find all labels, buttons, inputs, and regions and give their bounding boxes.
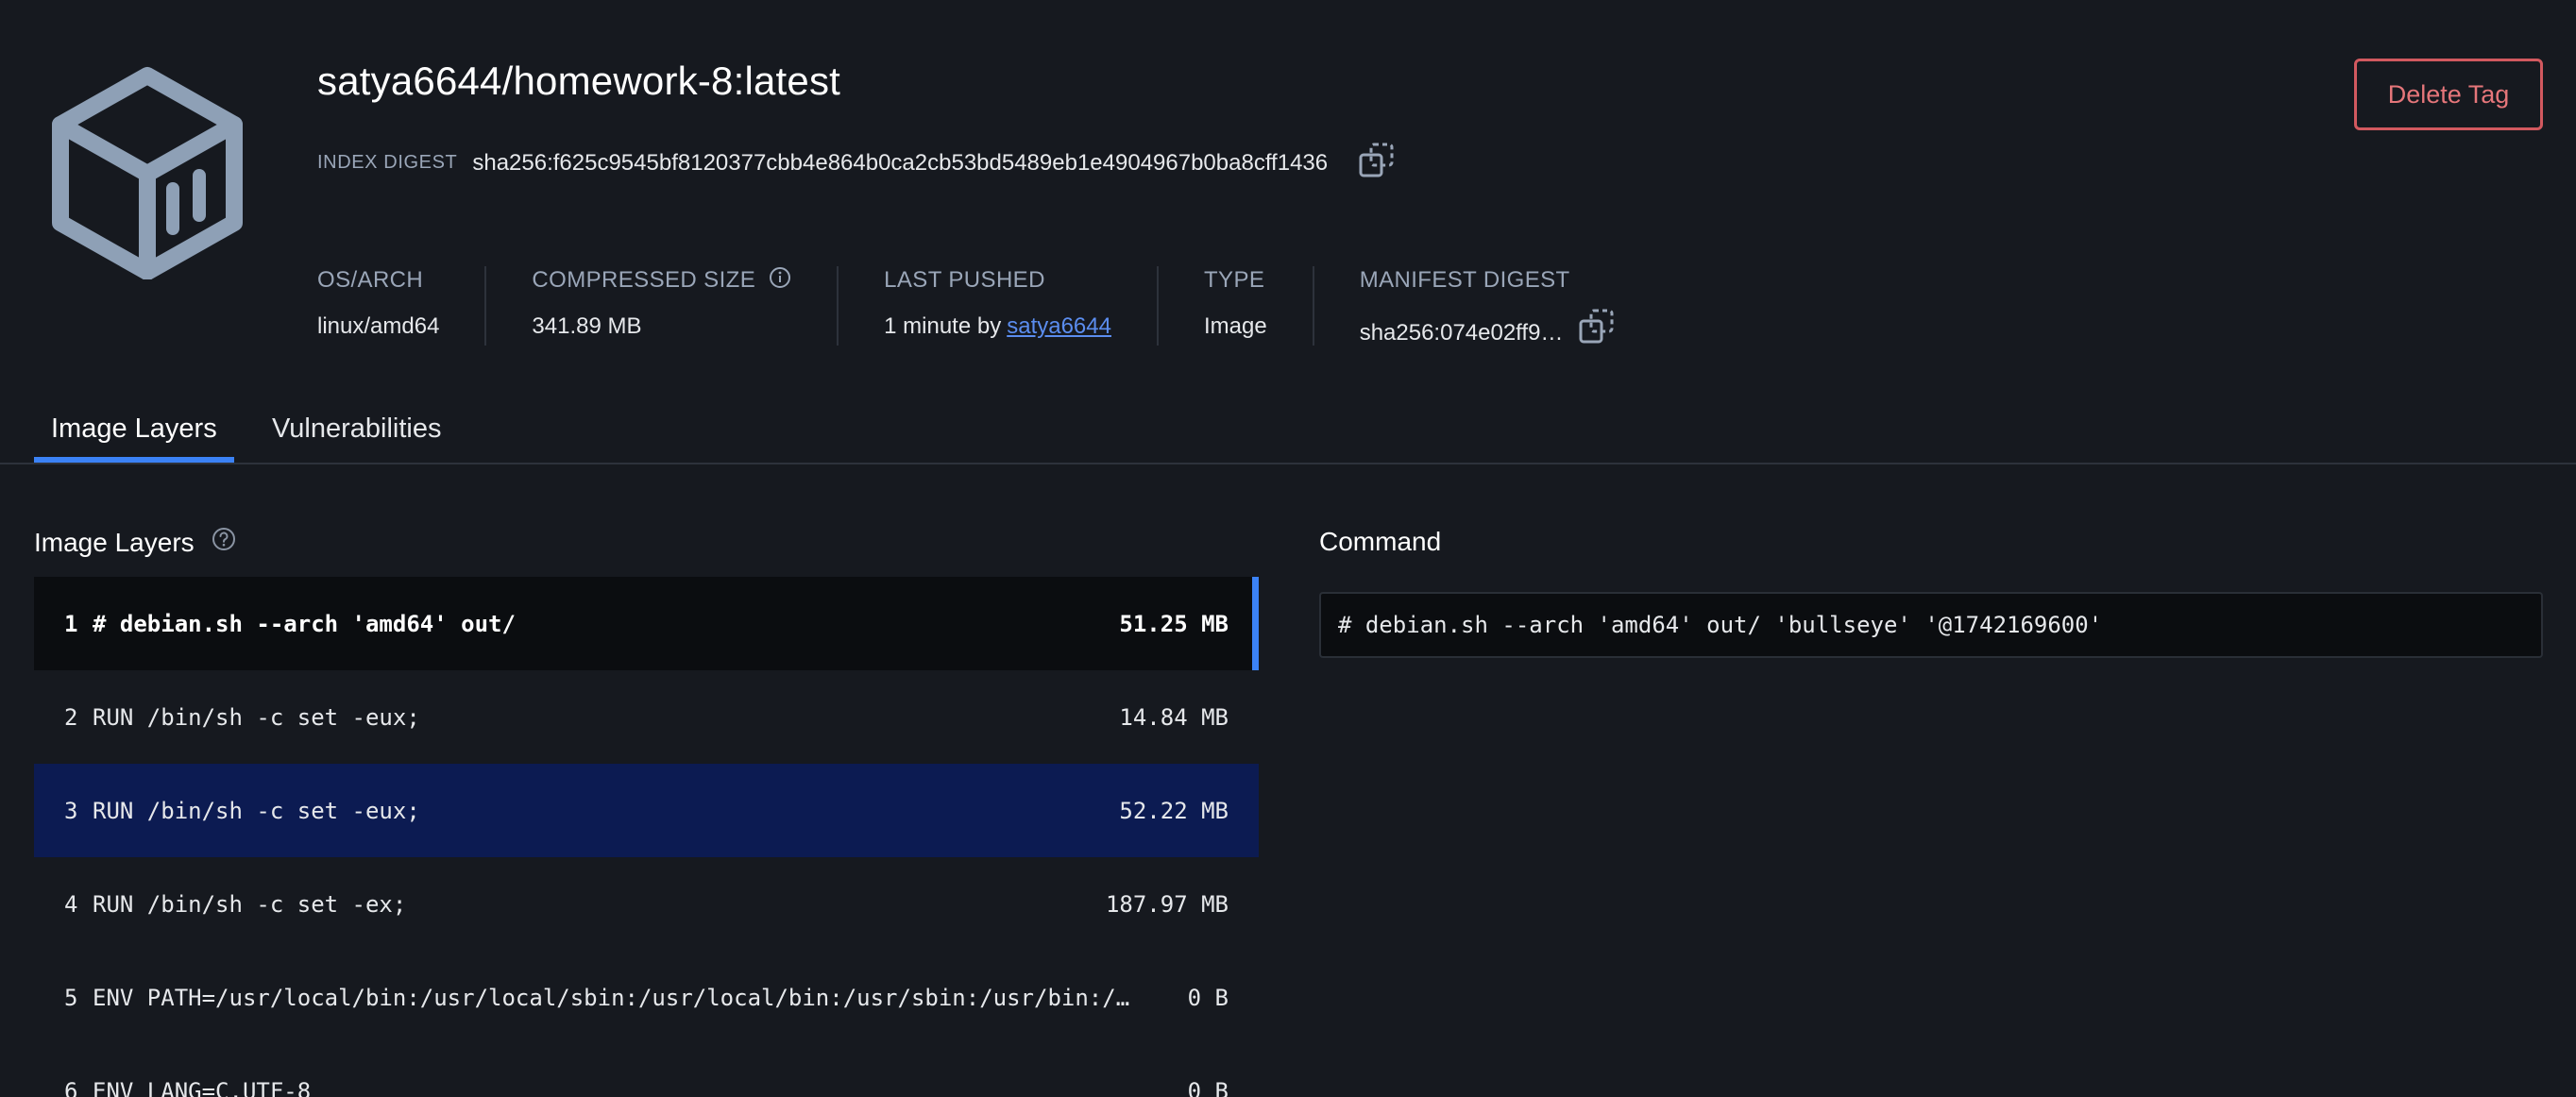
os-arch-label: OS/ARCH bbox=[317, 267, 424, 293]
layer-size: 187.97 MB bbox=[1105, 890, 1229, 918]
layer-command: RUN /bin/sh -c set -ex; bbox=[93, 890, 407, 918]
command-heading: Command bbox=[1319, 527, 1442, 556]
delete-tag-button[interactable]: Delete Tag bbox=[2354, 59, 2543, 130]
tab-vulnerabilities[interactable]: Vulnerabilities bbox=[255, 413, 458, 463]
layer-index: 1 bbox=[64, 610, 78, 637]
layer-index: 6 bbox=[64, 1077, 78, 1097]
help-icon[interactable] bbox=[212, 527, 236, 558]
pushed-by-user-link[interactable]: satya6644 bbox=[1007, 313, 1111, 340]
os-arch-value: linux/amd64 bbox=[317, 313, 440, 339]
layer-size: 0 B bbox=[1187, 984, 1229, 1011]
layer-command: ENV LANG=C.UTF-8 bbox=[93, 1077, 312, 1097]
layer-command: # debian.sh --arch 'amd64' out/ bbox=[93, 610, 516, 637]
layer-size: 52.22 MB bbox=[1119, 797, 1229, 824]
tab-bar: Image Layers Vulnerabilities bbox=[0, 400, 2576, 464]
layer-row[interactable]: 5 ENV PATH=/usr/local/bin:/usr/local/sbi… bbox=[34, 951, 1259, 1044]
layer-command: RUN /bin/sh -c set -eux; bbox=[93, 797, 420, 824]
compressed-size-column: COMPRESSED SIZE 341.89 MB bbox=[484, 266, 837, 346]
layer-list: 1 # debian.sh --arch 'amd64' out/ 51.25 … bbox=[34, 577, 1259, 1097]
compressed-size-label: COMPRESSED SIZE bbox=[532, 267, 756, 293]
type-value: Image bbox=[1203, 313, 1267, 339]
info-icon[interactable] bbox=[769, 266, 791, 295]
manifest-digest-column: MANIFEST DIGEST sha256:074e02ff9… bbox=[1312, 266, 1662, 346]
tab-image-layers[interactable]: Image Layers bbox=[34, 413, 234, 463]
compressed-size-label-row: COMPRESSED SIZE bbox=[532, 266, 791, 295]
manifest-digest-label: MANIFEST DIGEST bbox=[1359, 267, 1570, 293]
layer-row[interactable]: 3 RUN /bin/sh -c set -eux; 52.22 MB bbox=[34, 764, 1259, 857]
os-arch-column: OS/ARCH linux/amd64 bbox=[317, 266, 484, 346]
layer-command: RUN /bin/sh -c set -eux; bbox=[93, 703, 420, 731]
box-icon bbox=[49, 66, 246, 280]
layer-index: 3 bbox=[64, 797, 78, 824]
layer-size: 51.25 MB bbox=[1119, 610, 1229, 637]
manifest-digest-value: sha256:074e02ff9… bbox=[1359, 319, 1564, 346]
command-text-box[interactable]: # debian.sh --arch 'amd64' out/ 'bullsey… bbox=[1319, 592, 2543, 658]
type-column: TYPE Image bbox=[1156, 266, 1313, 346]
last-pushed-time: 1 minute by bbox=[884, 313, 1002, 339]
manifest-digest-value-row: sha256:074e02ff9… bbox=[1359, 309, 1617, 352]
image-layers-heading: Image Layers bbox=[34, 527, 236, 558]
page-title: satya6644/homework-8:latest bbox=[317, 59, 841, 103]
layer-index: 2 bbox=[64, 703, 78, 731]
index-digest-row: INDEX DIGEST sha256:f625c9545bf8120377cb… bbox=[317, 142, 1396, 184]
last-pushed-value: 1 minute by satya6644 bbox=[884, 313, 1111, 340]
index-digest-label: INDEX DIGEST bbox=[317, 152, 458, 173]
last-pushed-label: LAST PUSHED bbox=[884, 267, 1045, 293]
image-metadata: OS/ARCH linux/amd64 COMPRESSED SIZE 341.… bbox=[317, 266, 1661, 346]
layer-row[interactable]: 4 RUN /bin/sh -c set -ex; 187.97 MB bbox=[34, 857, 1259, 951]
layer-row[interactable]: 2 RUN /bin/sh -c set -eux; 14.84 MB bbox=[34, 670, 1259, 764]
image-tag-page: satya6644/homework-8:latest INDEX DIGEST… bbox=[0, 0, 2576, 1097]
layer-index: 4 bbox=[64, 890, 78, 918]
layer-size: 14.84 MB bbox=[1119, 703, 1229, 731]
copy-icon[interactable] bbox=[1358, 142, 1396, 184]
compressed-size-value: 341.89 MB bbox=[532, 313, 642, 339]
type-label: TYPE bbox=[1203, 267, 1265, 293]
image-layers-title: Image Layers bbox=[34, 527, 195, 557]
layer-size: 0 B bbox=[1187, 1077, 1229, 1097]
last-pushed-column: LAST PUSHED 1 minute by satya6644 bbox=[837, 266, 1157, 346]
layer-index: 5 bbox=[64, 984, 78, 1011]
layer-row[interactable]: 6 ENV LANG=C.UTF-8 0 B bbox=[34, 1044, 1259, 1097]
copy-icon[interactable] bbox=[1578, 308, 1616, 352]
layer-row[interactable]: 1 # debian.sh --arch 'amd64' out/ 51.25 … bbox=[34, 577, 1259, 670]
index-digest-value: sha256:f625c9545bf8120377cbb4e864b0ca2cb… bbox=[472, 149, 1329, 176]
layer-command: ENV PATH=/usr/local/bin:/usr/local/sbin:… bbox=[93, 984, 1130, 1011]
